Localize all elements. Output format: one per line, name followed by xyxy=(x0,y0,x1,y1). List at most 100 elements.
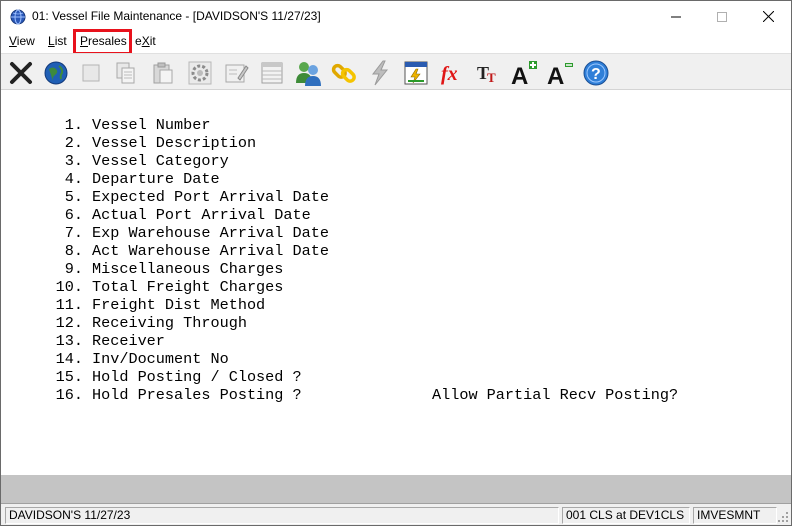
function-button[interactable]: fx xyxy=(435,56,468,89)
field-label: Expected Port Arrival Date xyxy=(92,188,329,206)
font-size-button[interactable]: TT xyxy=(471,56,504,89)
field-row[interactable]: 2. Vessel Description xyxy=(41,134,741,152)
menu-exit[interactable]: eXit xyxy=(135,34,156,48)
font-increase-button[interactable]: A xyxy=(507,56,540,89)
menu-list-rest: ist xyxy=(54,34,67,48)
font-size-icon: TT xyxy=(475,60,501,86)
field-label: Vessel Description xyxy=(92,134,257,152)
menu-exit-rest: it xyxy=(149,34,156,48)
help-icon: ? xyxy=(582,59,610,87)
close-x-icon xyxy=(8,60,34,86)
blank-icon xyxy=(80,62,102,84)
field-row[interactable]: 1. Vessel Number xyxy=(41,116,741,134)
resize-grip-icon[interactable] xyxy=(777,511,789,523)
maximize-button[interactable] xyxy=(699,1,745,32)
title-bar: 01: Vessel File Maintenance - [DAVIDSON'… xyxy=(1,1,791,32)
copy-icon xyxy=(114,61,138,85)
field-row[interactable]: 14. Inv/Document No xyxy=(41,350,741,368)
font-decrease-icon: A xyxy=(546,59,574,87)
field-label: Vessel Number xyxy=(92,116,211,134)
field-number: 1. xyxy=(64,116,83,134)
app-globe-icon xyxy=(10,9,26,25)
field-number: 9. xyxy=(64,260,83,278)
field-row[interactable]: 15. Hold Posting / Closed ? xyxy=(41,368,741,386)
presales-highlight-box xyxy=(73,29,132,55)
field-row[interactable]: 6. Actual Port Arrival Date xyxy=(41,206,741,224)
users-button[interactable] xyxy=(291,56,324,89)
field-row[interactable]: 3. Vessel Category xyxy=(41,152,741,170)
grid-icon xyxy=(259,60,285,86)
field-number: 8. xyxy=(64,242,83,260)
link-icon xyxy=(330,59,358,87)
field-number: 14. xyxy=(55,350,83,368)
field-label: Actual Port Arrival Date xyxy=(92,206,311,224)
svg-text:A: A xyxy=(511,63,528,87)
field-row[interactable]: 10. Total Freight Charges xyxy=(41,278,741,296)
calculator-icon xyxy=(402,59,430,87)
field-number: 7. xyxy=(64,224,83,242)
field-row[interactable]: 5. Expected Port Arrival Date xyxy=(41,188,741,206)
field-row[interactable]: 11. Freight Dist Method xyxy=(41,296,741,314)
field-number: 11. xyxy=(55,296,83,314)
font-decrease-button[interactable]: A xyxy=(543,56,576,89)
field-row[interactable]: 7. Exp Warehouse Arrival Date xyxy=(41,224,741,242)
status-program: IMVESMNT xyxy=(693,507,777,524)
link-button[interactable] xyxy=(327,56,360,89)
function-icon: fx xyxy=(439,60,465,86)
menu-exit-pre: e xyxy=(135,34,142,48)
close-x-button[interactable] xyxy=(4,56,37,89)
settings-button[interactable] xyxy=(183,56,216,89)
paste-button[interactable] xyxy=(146,56,179,89)
field-number: 6. xyxy=(64,206,83,224)
close-window-button[interactable] xyxy=(745,1,791,32)
lightning-icon xyxy=(368,60,392,86)
minimize-button[interactable] xyxy=(653,1,699,32)
application-window: 01: Vessel File Maintenance - [DAVIDSON'… xyxy=(0,0,792,526)
menu-view[interactable]: View xyxy=(9,34,35,48)
field-number: 13. xyxy=(55,332,83,350)
edit-form-icon xyxy=(223,60,249,86)
input-area-band xyxy=(1,475,791,503)
lightning-button[interactable] xyxy=(363,56,396,89)
field-row[interactable]: 9. Miscellaneous Charges xyxy=(41,260,741,278)
field-label: Total Freight Charges xyxy=(92,278,284,296)
field-label: Hold Presales Posting ? xyxy=(92,386,302,404)
status-session: 001 CLS at DEV1CLS xyxy=(562,507,690,524)
toolbar: fx TT A A ? xyxy=(1,53,791,90)
menu-list-mnemonic: L xyxy=(48,34,55,48)
blank-button[interactable] xyxy=(74,56,107,89)
menu-exit-mnemonic: X xyxy=(141,34,150,48)
field-row[interactable]: 12. Receiving Through xyxy=(41,314,741,332)
font-increase-icon: A xyxy=(510,59,538,87)
field-row[interactable]: 13. Receiver xyxy=(41,332,741,350)
field-number: 5. xyxy=(64,188,83,206)
field-row[interactable]: 4. Departure Date xyxy=(41,170,741,188)
help-button[interactable]: ? xyxy=(579,56,612,89)
window-title: 01: Vessel File Maintenance - [DAVIDSON'… xyxy=(32,9,321,23)
globe-button[interactable] xyxy=(39,56,72,89)
calculator-button[interactable] xyxy=(399,56,432,89)
menu-list[interactable]: List xyxy=(48,34,67,48)
field-number: 12. xyxy=(55,314,83,332)
field-label: Act Warehouse Arrival Date xyxy=(92,242,329,260)
field-number: 3. xyxy=(64,152,83,170)
field-row[interactable]: 8. Act Warehouse Arrival Date xyxy=(41,242,741,260)
svg-text:?: ? xyxy=(591,66,601,83)
users-icon xyxy=(294,59,322,87)
menu-view-mnemonic: V xyxy=(9,34,17,48)
grid-button[interactable] xyxy=(255,56,288,89)
field-label: Freight Dist Method xyxy=(92,296,266,314)
field-list-panel: 1. Vessel Number 2. Vessel Description 3. Ves… xyxy=(1,91,791,475)
field-label: Receiver xyxy=(92,332,165,350)
field-label: Hold Posting / Closed ? xyxy=(92,368,302,386)
field-number: 10. xyxy=(55,278,83,296)
field-label: Exp Warehouse Arrival Date xyxy=(92,224,329,242)
copy-button[interactable] xyxy=(109,56,142,89)
status-bar: DAVIDSON'S 11/27/23 001 CLS at DEV1CLS I… xyxy=(1,503,791,525)
menu-view-rest: iew xyxy=(16,34,35,48)
field-number: 16. xyxy=(55,386,83,404)
svg-text:fx: fx xyxy=(441,63,458,85)
edit-form-button[interactable] xyxy=(219,56,252,89)
field-label: Inv/Document No xyxy=(92,350,229,368)
globe-icon xyxy=(43,60,69,86)
